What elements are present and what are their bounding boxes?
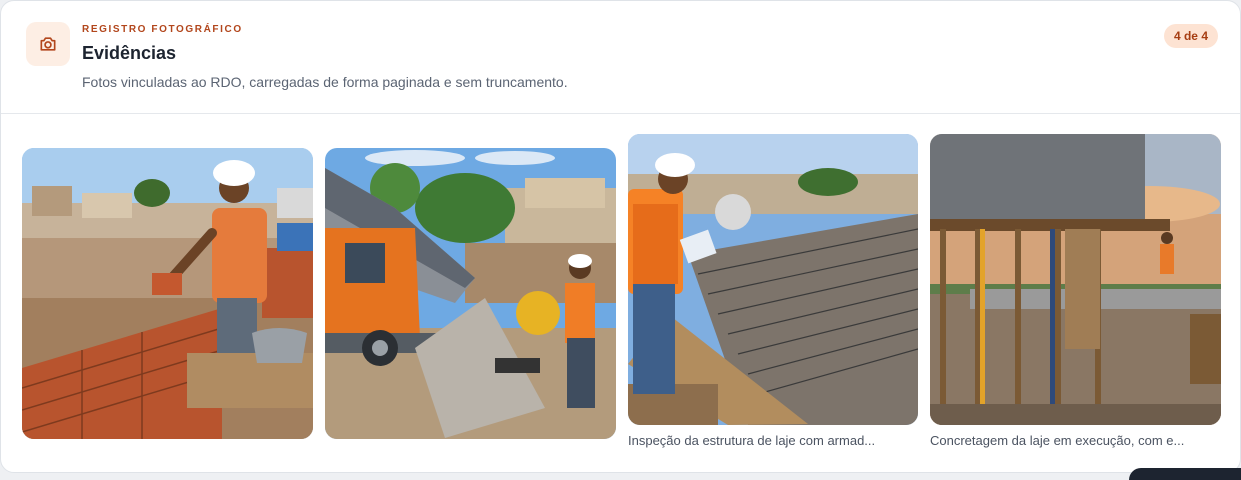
photo-thumbnail-rebar-inspection[interactable]: [628, 134, 918, 425]
photo-thumbnail-bricklaying[interactable]: [22, 148, 313, 439]
photo-count-badge: 4 de 4: [1163, 24, 1218, 48]
photo-thumbnail-slab-concreting[interactable]: [930, 134, 1221, 425]
evidence-card: REGISTRO FOTOGRÁFICO Evidências Fotos vi…: [0, 0, 1241, 473]
camera-icon: [26, 22, 70, 66]
floating-bar-edge: [1129, 468, 1241, 480]
card-header: REGISTRO FOTOGRÁFICO Evidências Fotos vi…: [1, 1, 1240, 114]
photo-thumbnail-dump-truck[interactable]: [325, 148, 616, 439]
section-description: Fotos vinculadas ao RDO, carregadas de f…: [82, 74, 568, 90]
page-title: Evidências: [82, 43, 177, 63]
photo-caption-slab-concreting: Concretagem da laje em execução, com e..…: [930, 433, 1185, 448]
photo-caption-rebar-inspection: Inspeção da estrutura de laje com armad.…: [628, 433, 876, 448]
section-eyebrow: REGISTRO FOTOGRÁFICO: [82, 24, 243, 35]
photo-gallery: Inspeção da estrutura de laje com armad.…: [1, 113, 1240, 472]
